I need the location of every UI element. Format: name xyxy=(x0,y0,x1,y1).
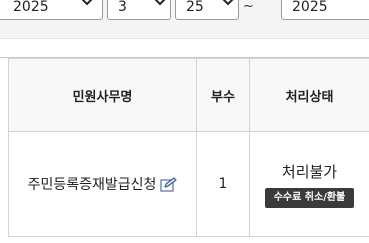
chevron-down-icon xyxy=(222,0,234,6)
date-filter-bar: 2025 3 25 ~ 2025 xyxy=(0,0,369,39)
status-cell: 처리불가 수수료 취소/환불 xyxy=(249,131,369,237)
end-year-select[interactable]: 2025 xyxy=(281,0,369,20)
refund-button[interactable]: 수수료 취소/환불 xyxy=(264,187,355,208)
column-header-copies: 부수 xyxy=(196,58,250,132)
table-row: 주민등록증재발급신청 1 처리불가 수수료 취소/환불 xyxy=(8,131,369,237)
status-text: 처리불가 xyxy=(281,162,338,181)
chevron-down-icon xyxy=(81,0,93,6)
start-month-select[interactable]: 3 xyxy=(107,0,171,20)
start-month-value: 3 xyxy=(118,0,127,15)
start-year-value: 2025 xyxy=(13,0,49,15)
application-name-cell: 주민등록증재발급신청 xyxy=(8,131,197,237)
start-day-value: 25 xyxy=(186,0,204,15)
end-year-value: 2025 xyxy=(292,0,328,15)
copies-cell: 1 xyxy=(196,131,250,237)
application-name: 주민등록증재발급신청 xyxy=(27,177,157,193)
chevron-down-icon xyxy=(154,0,166,6)
edit-icon[interactable] xyxy=(160,177,178,192)
application-table: 민원사무명 부수 처리상태 주민등록증재발급신청 1 처리불가 수수료 취소/환… xyxy=(8,58,369,237)
start-day-select[interactable]: 25 xyxy=(175,0,239,20)
range-separator: ~ xyxy=(243,0,254,14)
column-header-status: 처리상태 xyxy=(249,58,369,132)
table-header-row: 민원사무명 부수 처리상태 xyxy=(8,58,369,132)
start-year-select[interactable]: 2025 xyxy=(0,0,103,20)
column-header-name: 민원사무명 xyxy=(8,58,197,132)
